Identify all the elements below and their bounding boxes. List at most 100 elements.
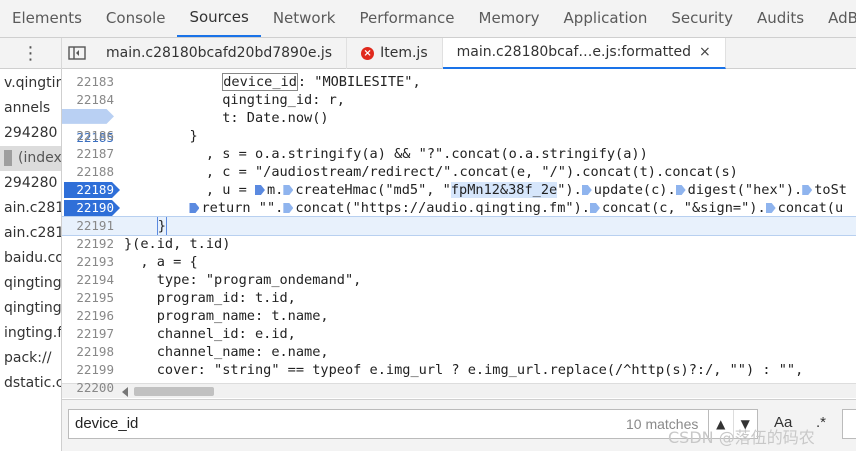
close-tab-icon[interactable]: × [699,44,711,60]
navigator-item-label: (index) [18,150,62,166]
line-number[interactable]: 22198 [62,343,118,361]
line-number[interactable]: 22195 [62,289,118,307]
error-icon: × [361,46,375,60]
line-number[interactable]: 22190 [62,199,120,217]
navigator-item[interactable]: ain.c2818 [0,196,61,221]
scroll-left-icon[interactable] [122,387,128,397]
tab-application[interactable]: Application [552,0,660,37]
code-text: return "". concat("https://audio.qingting… [118,199,843,217]
file-tab[interactable]: main.c28180bcafd20bd7890e.js [92,37,348,69]
navigator-item[interactable]: qingting.f [0,271,61,296]
line-number-text: 22188 [76,164,114,179]
code-line[interactable]: 22185 t: Date.now() [62,109,856,145]
navigator-item[interactable]: 294280 [0,121,61,146]
code-line[interactable]: 22187 , s = o.a.stringify(a) && "?".conc… [62,145,856,163]
navigator-item[interactable]: dstatic.co [0,371,61,396]
devtools-panel-tabs: Elements Console Sources Network Performance… [0,0,856,38]
navigator-item-label: qingting.f [4,275,62,291]
code-line[interactable]: 22189 , u = m. createHmac("md5", "fpMn12&… [62,181,856,199]
navigator-item-label: 294280 [4,125,58,141]
navigator-item-label: 294280 [4,175,58,191]
code-text: type: "program_ondemand", [124,272,362,288]
code-line[interactable]: 22188 , c = "/audiostream/redirect/".con… [62,163,856,181]
search-navigation: ▲ ▼ [708,409,758,439]
sources-file-tabs-bar: ⋮ main.c28180bcafd20bd7890e.js × Item.js ma… [0,37,856,69]
file-tab[interactable]: × Item.js [347,37,443,69]
navigator-item-label: v.qingtin [4,75,62,91]
code-line[interactable]: 22197 channel_id: e.id, [62,325,856,343]
file-tab[interactable]: main.c28180bcaf…e.js:formatted × [442,37,726,69]
navigator-item[interactable]: baidu.com [0,246,61,271]
line-number[interactable]: 22191 [62,217,118,235]
navigator-item[interactable]: annels [0,96,61,121]
code-line[interactable]: 22190 return "". concat("https://audio.qi… [62,199,856,217]
code-text: channel_id: e.id, [124,326,296,342]
navigator-item[interactable]: qingting.f [0,296,61,321]
line-number-text: 22191 [76,218,114,233]
tab-memory[interactable]: Memory [467,0,552,37]
tab-network[interactable]: Network [261,0,348,37]
match-case-button[interactable]: Aa [774,414,792,431]
tab-security[interactable]: Security [659,0,745,37]
code-line[interactable]: 22198 channel_name: e.name, [62,343,856,361]
code-line[interactable]: 22186 } [62,127,856,145]
line-number-text: 22186 [76,128,114,143]
code-line[interactable]: 22194 type: "program_ondemand", [62,271,856,289]
line-number[interactable]: 22196 [62,307,118,325]
tab-adblock[interactable]: AdBlock [816,0,856,37]
code-line[interactable]: 22183 device_id: "MOBILESITE", [62,73,856,91]
code-line[interactable]: 22193 , a = { [62,253,856,271]
replace-input[interactable] [842,409,856,439]
file-icon [4,150,12,166]
navigator-item-label: baidu.com [4,250,61,266]
tab-sources[interactable]: Sources [177,0,261,37]
line-number-text: 22187 [76,146,114,161]
line-number[interactable]: 22189 [62,181,120,199]
code-editor[interactable]: 22183 device_id: "MOBILESITE", 22184 qing… [62,69,856,399]
line-number[interactable]: 22184 [62,91,118,109]
file-tab-label: main.c28180bcafd20bd7890e.js [106,45,333,61]
code-line[interactable]: 22199 cover: "string" == typeof e.img_ur… [62,361,856,379]
navigator-item-label: pack:// [4,350,52,366]
line-number[interactable]: 22183 [62,73,118,91]
line-number-text: 22198 [76,344,114,359]
line-number-text: 22183 [76,74,114,89]
search-input[interactable]: device_id [68,409,712,439]
code-text: channel_name: e.name, [124,344,329,360]
scrollbar-thumb[interactable] [134,387,214,396]
tab-console[interactable]: Console [94,0,178,37]
line-number[interactable]: 22199 [62,361,118,379]
line-number[interactable]: 22192 [62,235,118,253]
previous-match-icon[interactable]: ▲ [709,410,733,438]
code-line[interactable]: 22195 program_id: t.id, [62,289,856,307]
code-text: device_id: "MOBILESITE", [222,73,421,91]
navigator-item[interactable]: v.qingtin [0,71,61,96]
tab-audits[interactable]: Audits [745,0,816,37]
navigator-item[interactable]: ain.c2818 [0,221,61,246]
line-number[interactable]: 22197 [62,325,118,343]
tab-elements[interactable]: Elements [0,0,94,37]
more-options-icon[interactable]: ⋮ [0,37,62,69]
regex-button[interactable]: .* [816,414,826,431]
code-line[interactable]: 22196 program_name: t.name, [62,307,856,325]
line-number[interactable]: 22188 [62,163,118,181]
navigator-item[interactable]: (index) [0,146,61,171]
line-number-text: 22196 [76,308,114,323]
navigator-item[interactable]: ingting.fm [0,321,61,346]
next-match-icon[interactable]: ▼ [732,410,758,438]
navigator-item[interactable]: 294280 [0,171,61,196]
line-number[interactable]: 22185 [62,109,118,145]
line-number[interactable]: 22186 [62,127,118,145]
line-number[interactable]: 22194 [62,271,118,289]
tab-performance[interactable]: Performance [347,0,466,37]
line-number-text: 22189 [76,182,114,197]
toggle-navigator-icon[interactable] [62,38,92,69]
code-line[interactable]: 22184 qingting_id: r, [62,91,856,109]
horizontal-scrollbar[interactable] [62,383,856,398]
breakpoint-marker-icon[interactable] [62,109,114,124]
line-number[interactable]: 22193 [62,253,118,271]
navigator-item[interactable]: pack:// [0,346,61,371]
line-number[interactable]: 22187 [62,145,118,163]
code-line[interactable]: 22192}(e.id, t.id) [62,235,856,253]
code-line[interactable]: 22191 } [62,216,856,236]
